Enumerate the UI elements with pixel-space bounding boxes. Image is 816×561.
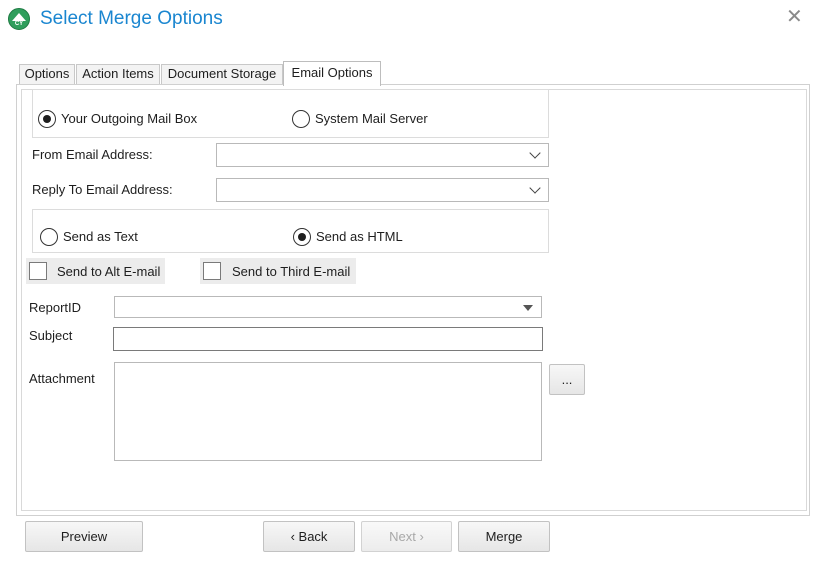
alt-email-label[interactable]: Send to Alt E-mail bbox=[57, 264, 160, 280]
chevron-down-icon[interactable] bbox=[529, 147, 541, 159]
back-button[interactable]: ‹ Back bbox=[263, 521, 355, 552]
attachment-textarea[interactable] bbox=[114, 362, 542, 461]
from-email-combo[interactable] bbox=[216, 143, 549, 167]
radio-send-as-html-label[interactable]: Send as HTML bbox=[316, 229, 403, 245]
radio-outgoing-mailbox-label[interactable]: Your Outgoing Mail Box bbox=[61, 111, 197, 127]
preview-button[interactable]: Preview bbox=[25, 521, 143, 552]
reply-to-email-label: Reply To Email Address: bbox=[32, 182, 173, 197]
chevron-down-icon[interactable] bbox=[529, 182, 541, 194]
third-email-label[interactable]: Send to Third E-mail bbox=[232, 264, 350, 280]
dropdown-arrow-icon[interactable] bbox=[523, 305, 533, 311]
radio-outgoing-mailbox[interactable] bbox=[38, 110, 56, 128]
tab-email-options[interactable]: Email Options bbox=[283, 61, 381, 86]
alt-email-checkbox[interactable] bbox=[29, 262, 47, 280]
report-id-combo[interactable] bbox=[114, 296, 542, 318]
tab-options[interactable]: Options bbox=[19, 64, 75, 84]
from-email-label: From Email Address: bbox=[32, 147, 153, 162]
reply-to-email-combo[interactable] bbox=[216, 178, 549, 202]
logo-text: CY bbox=[14, 21, 24, 27]
subject-label: Subject bbox=[29, 328, 73, 343]
browse-attachment-button[interactable]: ... bbox=[549, 364, 585, 395]
tab-document-storage[interactable]: Document Storage bbox=[161, 64, 283, 84]
radio-system-mail-server-label[interactable]: System Mail Server bbox=[315, 111, 428, 127]
radio-send-as-text[interactable] bbox=[40, 228, 58, 246]
alt-email-checkbox-area[interactable]: Send to Alt E-mail bbox=[26, 258, 165, 284]
close-icon[interactable]: ✕ bbox=[786, 6, 803, 28]
third-email-checkbox[interactable] bbox=[203, 262, 221, 280]
tab-action-items[interactable]: Action Items bbox=[76, 64, 160, 84]
app-logo: CY bbox=[8, 8, 30, 30]
attachment-label: Attachment bbox=[29, 371, 95, 386]
window-title: Select Merge Options bbox=[40, 8, 223, 29]
third-email-checkbox-area[interactable]: Send to Third E-mail bbox=[200, 258, 356, 284]
radio-send-as-html[interactable] bbox=[293, 228, 311, 246]
radio-system-mail-server[interactable] bbox=[292, 110, 310, 128]
report-id-label: ReportID bbox=[29, 300, 82, 315]
merge-button[interactable]: Merge bbox=[458, 521, 550, 552]
next-button[interactable]: Next › bbox=[361, 521, 452, 552]
subject-input[interactable] bbox=[113, 327, 543, 351]
mountain-icon bbox=[12, 13, 26, 21]
radio-send-as-text-label[interactable]: Send as Text bbox=[63, 229, 138, 245]
